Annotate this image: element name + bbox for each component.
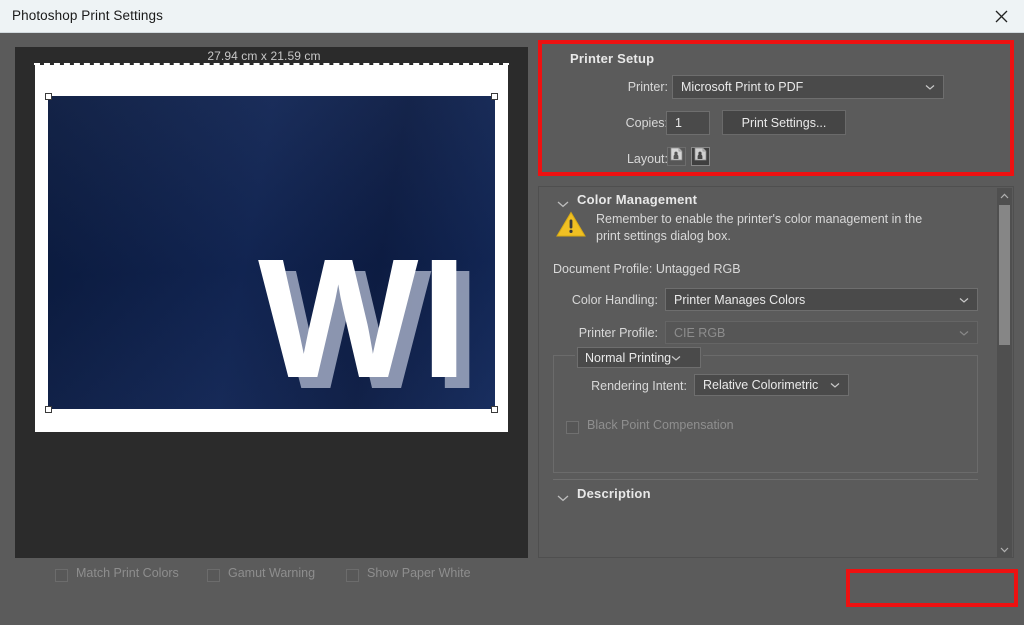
chevron-down-icon bbox=[830, 378, 840, 392]
gamut-warning-checkbox[interactable] bbox=[207, 569, 220, 582]
scroll-down-arrow-icon[interactable] bbox=[997, 543, 1012, 557]
gamut-warning-label: Gamut Warning bbox=[228, 566, 315, 580]
color-handling-value: Printer Manages Colors bbox=[674, 293, 805, 307]
photoshop-print-settings-dialog: Photoshop Print Settings 27.94 cm x 21.5… bbox=[0, 0, 1024, 625]
layout-label: Layout: bbox=[572, 152, 668, 166]
left-gutter bbox=[0, 33, 15, 558]
color-management-warning-text: Remember to enable the printer's color m… bbox=[596, 211, 936, 245]
scroll-up-arrow-icon[interactable] bbox=[997, 189, 1012, 203]
selection-handle-bl[interactable] bbox=[45, 406, 52, 413]
chevron-down-icon bbox=[959, 326, 969, 340]
paper-sheet: WI bbox=[35, 65, 508, 432]
printer-label: Printer: bbox=[572, 80, 668, 94]
layout-portrait-button[interactable] bbox=[667, 147, 686, 166]
printer-profile-select[interactable]: CIE RGB bbox=[665, 321, 978, 344]
color-handling-select[interactable]: Printer Manages Colors bbox=[665, 288, 978, 311]
preview-image[interactable]: WI bbox=[48, 96, 495, 409]
description-title: Description bbox=[577, 486, 651, 501]
print-button-highlight bbox=[846, 569, 1018, 607]
printing-mode-value: Normal Printing bbox=[585, 351, 671, 365]
color-handling-label: Color Handling: bbox=[553, 293, 658, 307]
chevron-down-icon bbox=[925, 80, 935, 94]
chevron-down-icon bbox=[671, 351, 681, 365]
show-paper-white-label: Show Paper White bbox=[367, 566, 471, 580]
print-settings-button[interactable]: Print Settings... bbox=[722, 110, 846, 135]
close-button[interactable] bbox=[978, 0, 1024, 32]
color-management-panel: Color Management Remember to enable the … bbox=[538, 186, 1014, 558]
match-print-colors-checkbox[interactable] bbox=[55, 569, 68, 582]
chevron-down-icon bbox=[959, 293, 969, 307]
scrollbar-thumb[interactable] bbox=[999, 205, 1010, 345]
printing-mode-select[interactable]: Normal Printing bbox=[577, 347, 701, 368]
rendering-intent-select[interactable]: Relative Colorimetric bbox=[694, 374, 849, 396]
color-management-title: Color Management bbox=[577, 192, 697, 207]
warning-triangle-icon bbox=[556, 211, 586, 243]
preview-dimensions-label: 27.94 cm x 21.59 cm bbox=[0, 49, 528, 63]
show-paper-white-checkbox[interactable] bbox=[346, 569, 359, 582]
printer-setup-title: Printer Setup bbox=[570, 51, 654, 66]
color-management-scrollbar[interactable] bbox=[997, 188, 1012, 558]
print-settings-button-label: Print Settings... bbox=[742, 116, 827, 130]
description-divider bbox=[553, 479, 978, 480]
page-landscape-icon bbox=[694, 147, 707, 166]
window-title: Photoshop Print Settings bbox=[12, 8, 163, 23]
copies-input[interactable]: 1 bbox=[666, 111, 710, 135]
close-icon bbox=[995, 10, 1008, 23]
printer-profile-label: Printer Profile: bbox=[553, 326, 658, 340]
printer-profile-value: CIE RGB bbox=[674, 326, 725, 340]
selection-handle-br[interactable] bbox=[491, 406, 498, 413]
copies-input-value: 1 bbox=[675, 116, 682, 130]
selection-handle-tr[interactable] bbox=[491, 93, 498, 100]
layout-landscape-button[interactable] bbox=[691, 147, 710, 166]
description-disclosure-icon[interactable] bbox=[557, 489, 569, 507]
document-profile-label: Document Profile: Untagged RGB bbox=[553, 262, 741, 276]
match-print-colors-label: Match Print Colors bbox=[76, 566, 179, 580]
color-management-content: Color Management Remember to enable the … bbox=[539, 187, 993, 557]
rendering-intent-label: Rendering Intent: bbox=[563, 379, 687, 393]
rendering-intent-value: Relative Colorimetric bbox=[703, 378, 818, 392]
printer-select[interactable]: Microsoft Print to PDF bbox=[672, 75, 944, 99]
printing-mode-groupbox bbox=[553, 355, 978, 473]
printer-select-value: Microsoft Print to PDF bbox=[681, 80, 803, 94]
copies-label: Copies: bbox=[572, 116, 668, 130]
title-bar: Photoshop Print Settings bbox=[0, 0, 1024, 33]
printer-setup-section: Printer Setup Printer: Microsoft Print t… bbox=[538, 40, 1014, 176]
preview-image-text: WI bbox=[258, 244, 470, 394]
black-point-compensation-label: Black Point Compensation bbox=[587, 418, 734, 432]
selection-handle-tl[interactable] bbox=[45, 93, 52, 100]
page-portrait-icon bbox=[670, 147, 683, 166]
black-point-compensation-checkbox[interactable] bbox=[566, 421, 579, 434]
